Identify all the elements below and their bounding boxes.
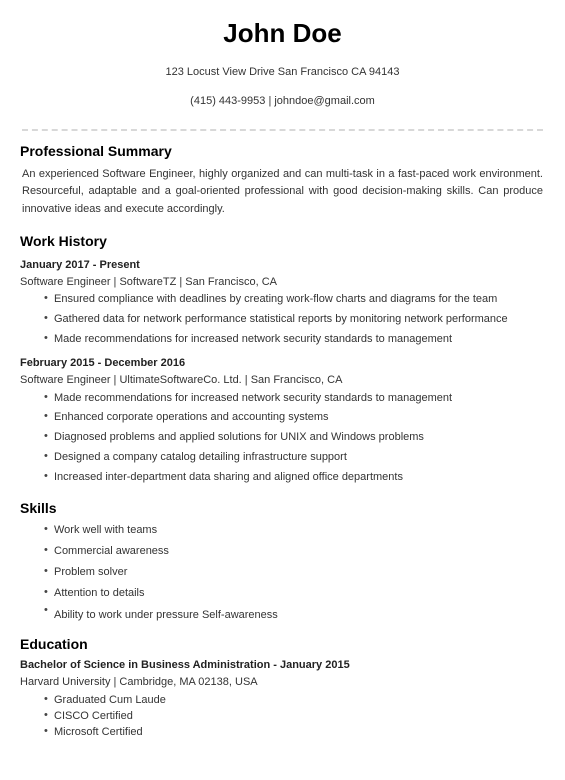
section-education: Education Bachelor of Science in Busines… xyxy=(20,636,545,741)
list-item: Ensured compliance with deadlines by cre… xyxy=(20,291,545,308)
education-school: Harvard University | Cambridge, MA 02138… xyxy=(20,676,258,689)
work-entry-date: February 2015 - December 2016 xyxy=(20,357,186,370)
section-skills: Skills Work well with teams Commercial a… xyxy=(20,500,545,623)
education-entry: Bachelor of Science in Business Administ… xyxy=(20,658,545,740)
list-item: Designed a company catalog detailing inf… xyxy=(20,449,545,466)
candidate-contact: (415) 443-9953 | johndoe@gmail.com xyxy=(190,95,375,108)
work-entry-subtitle: Software Engineer | UltimateSoftwareCo. … xyxy=(20,374,343,386)
list-item: Microsoft Certified xyxy=(20,724,545,741)
education-degree: Bachelor of Science in Business Administ… xyxy=(20,659,350,672)
work-entry-date: January 2017 - Present xyxy=(20,258,140,271)
section-title-summary: Professional Summary xyxy=(20,142,172,159)
skills-list-secondary: Ability to work under pressure Self-awar… xyxy=(20,603,545,624)
list-item: Commercial awareness xyxy=(20,543,545,560)
summary-text: An experienced Software Engineer, highly… xyxy=(22,167,543,216)
list-item: Ability to work under pressure Self-awar… xyxy=(20,603,545,624)
list-item: Diagnosed problems and applied solutions… xyxy=(20,429,545,446)
section-title-work-history: Work History xyxy=(20,233,107,250)
list-item: Attention to details xyxy=(20,585,545,602)
candidate-address: 123 Locust View Drive San Francisco CA 9… xyxy=(165,66,400,79)
section-professional-summary: Professional Summary An experienced Soft… xyxy=(20,143,545,219)
work-entry-bullets: Made recommendations for increased netwo… xyxy=(20,390,545,487)
list-item: Made recommendations for increased netwo… xyxy=(20,390,545,407)
list-item: Increased inter-department data sharing … xyxy=(20,469,545,486)
resume-document: John Doe 123 Locust View Drive San Franc… xyxy=(0,0,565,780)
section-title-skills: Skills xyxy=(20,500,57,517)
list-item: Enhanced corporate operations and accoun… xyxy=(20,409,545,426)
candidate-name: John Doe xyxy=(223,18,342,48)
header-divider xyxy=(22,128,543,131)
section-work-history: Work History January 2017 - Present Soft… xyxy=(20,233,545,486)
work-entry: February 2015 - December 2016 Software E… xyxy=(20,356,545,486)
work-entry: January 2017 - Present Software Engineer… xyxy=(20,258,545,348)
education-bullets: Graduated Cum Laude CISCO Certified Micr… xyxy=(20,692,545,741)
list-item: CISCO Certified xyxy=(20,708,545,725)
list-item: Problem solver xyxy=(20,564,545,581)
list-item: Gathered data for network performance st… xyxy=(20,311,545,328)
work-entry-subtitle: Software Engineer | SoftwareTZ | San Fra… xyxy=(20,275,277,288)
skills-list: Work well with teams Commercial awarenes… xyxy=(20,522,545,602)
work-entry-bullets: Ensured compliance with deadlines by cre… xyxy=(20,291,545,348)
section-title-education: Education xyxy=(20,635,88,652)
resume-header: John Doe 123 Locust View Drive San Franc… xyxy=(20,18,545,109)
list-item: Made recommendations for increased netwo… xyxy=(20,331,545,348)
list-item: Graduated Cum Laude xyxy=(20,692,545,709)
list-item: Work well with teams xyxy=(20,522,545,539)
